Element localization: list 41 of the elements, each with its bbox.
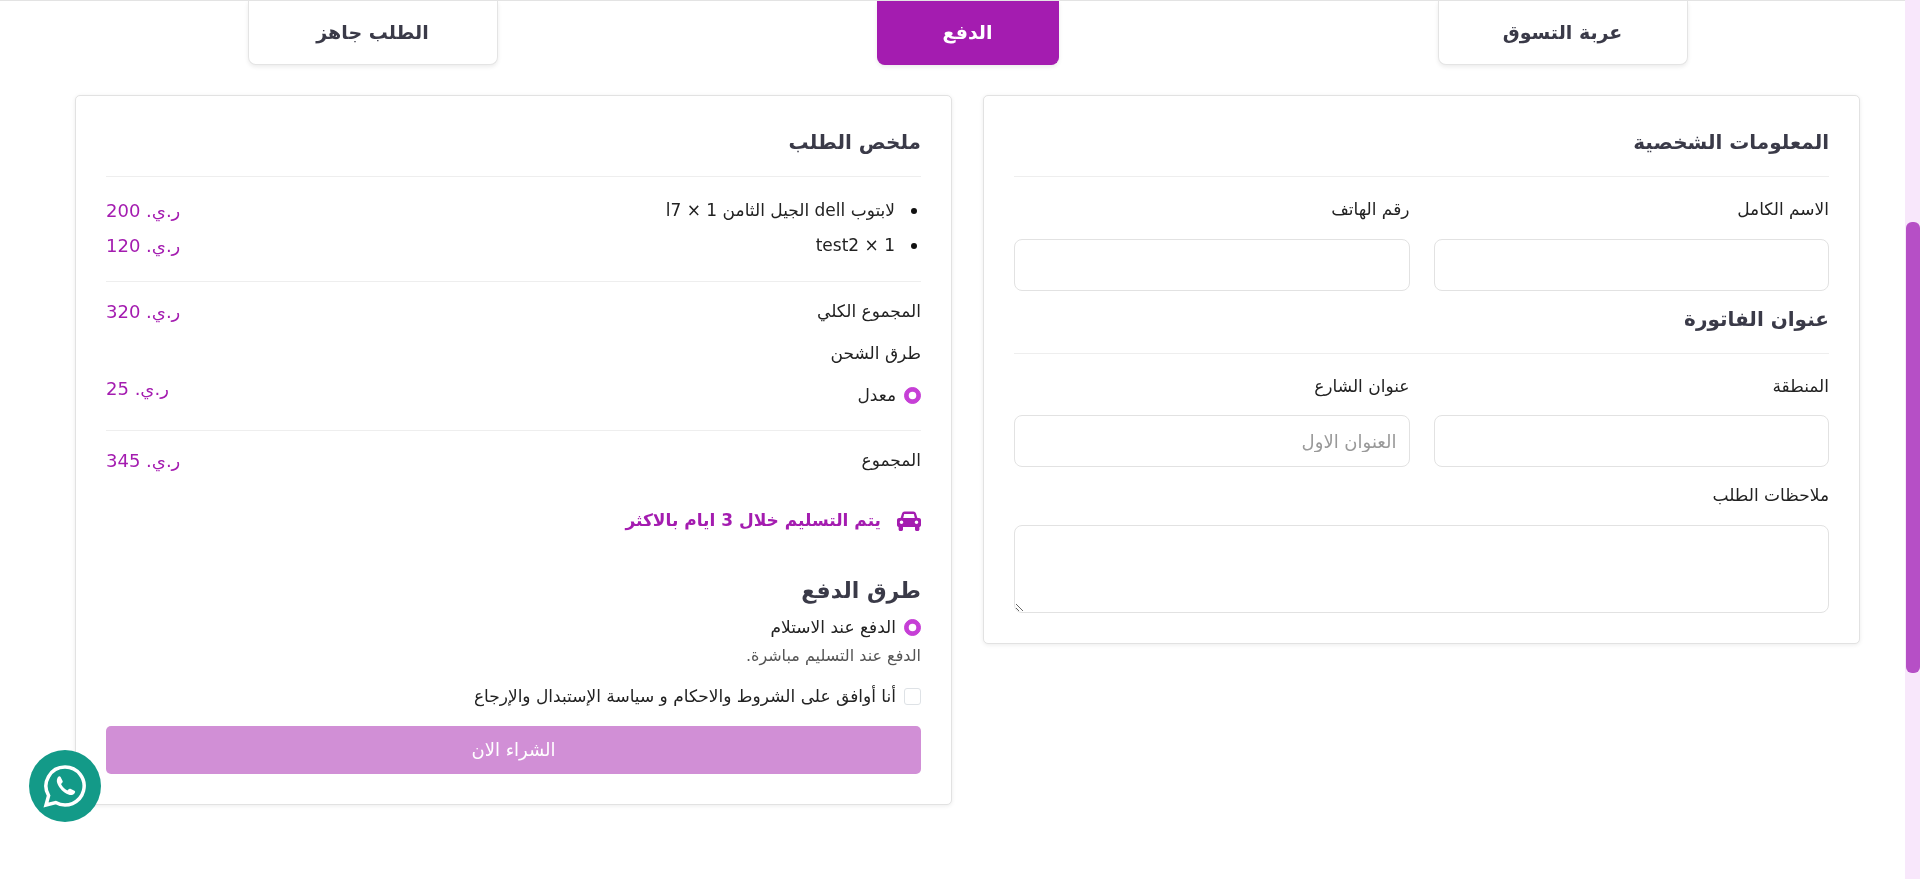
bullet-icon — [911, 242, 917, 249]
option-label: معدل — [857, 383, 896, 407]
summary-label: المجموع الكلي — [817, 299, 921, 324]
radio-button[interactable] — [904, 386, 921, 404]
terms-label: أنا أوافق على الشروط والاحكام و سياسة الإستبدال والإرجاع — [473, 684, 896, 709]
checkbox[interactable] — [904, 688, 921, 706]
section-title: المعلومات الشخصية — [1632, 130, 1829, 154]
section-title: طرق الدفع — [800, 576, 921, 606]
option-description: الدفع عند التسليم مباشرة. — [744, 645, 921, 668]
summary-value: ر.ي. 345 — [106, 449, 181, 474]
field-label: ملاحظات الطلب — [1711, 484, 1829, 507]
input-field[interactable]: العنوان الاول — [1014, 415, 1410, 467]
section-title: عنوان الفاتورة — [1683, 306, 1829, 331]
notes-field[interactable] — [1014, 524, 1829, 613]
field-label: رقم الهاتف — [1330, 198, 1410, 222]
item-name: لابتوب dell الجيل الثامن l7 × 1 — [665, 198, 895, 222]
whatsapp-icon — [42, 763, 88, 809]
item-price: ر.ي. 200 — [106, 199, 181, 224]
scrollbar[interactable] — [1905, 0, 1920, 879]
input-field[interactable] — [1433, 238, 1829, 291]
input-field[interactable] — [1014, 238, 1410, 291]
step-tab[interactable]: الطلب جاهز — [247, 1, 498, 65]
field-label: عنوان الشارع — [1313, 374, 1410, 399]
step-tab[interactable]: الدفع — [876, 1, 1059, 65]
input-field[interactable] — [1433, 415, 1829, 467]
item-price: ر.ي. 120 — [106, 234, 181, 259]
section-label: طرق الشحن — [829, 342, 921, 365]
item-name: test2 × 1 — [815, 233, 895, 257]
summary-value: ر.ي. 320 — [106, 300, 181, 325]
delivery-note: يتم التسليم خلال 3 ايام بالاكثر — [625, 509, 881, 533]
field-label: المنطقة — [1771, 374, 1829, 398]
scrollbar-thumb[interactable] — [1906, 222, 1920, 673]
option-label: الدفع عند الاستلام — [770, 615, 896, 640]
bullet-icon — [911, 207, 917, 214]
section-title: ملخص الطلب — [787, 130, 921, 154]
radio-button[interactable] — [904, 618, 921, 636]
car-icon — [897, 510, 921, 531]
option-price: ر.ي. 25 — [106, 376, 169, 402]
summary-label: المجموع — [861, 448, 921, 473]
field-label: الاسم الكامل — [1736, 198, 1829, 221]
step-tab[interactable]: عربة التسوق — [1437, 1, 1688, 65]
